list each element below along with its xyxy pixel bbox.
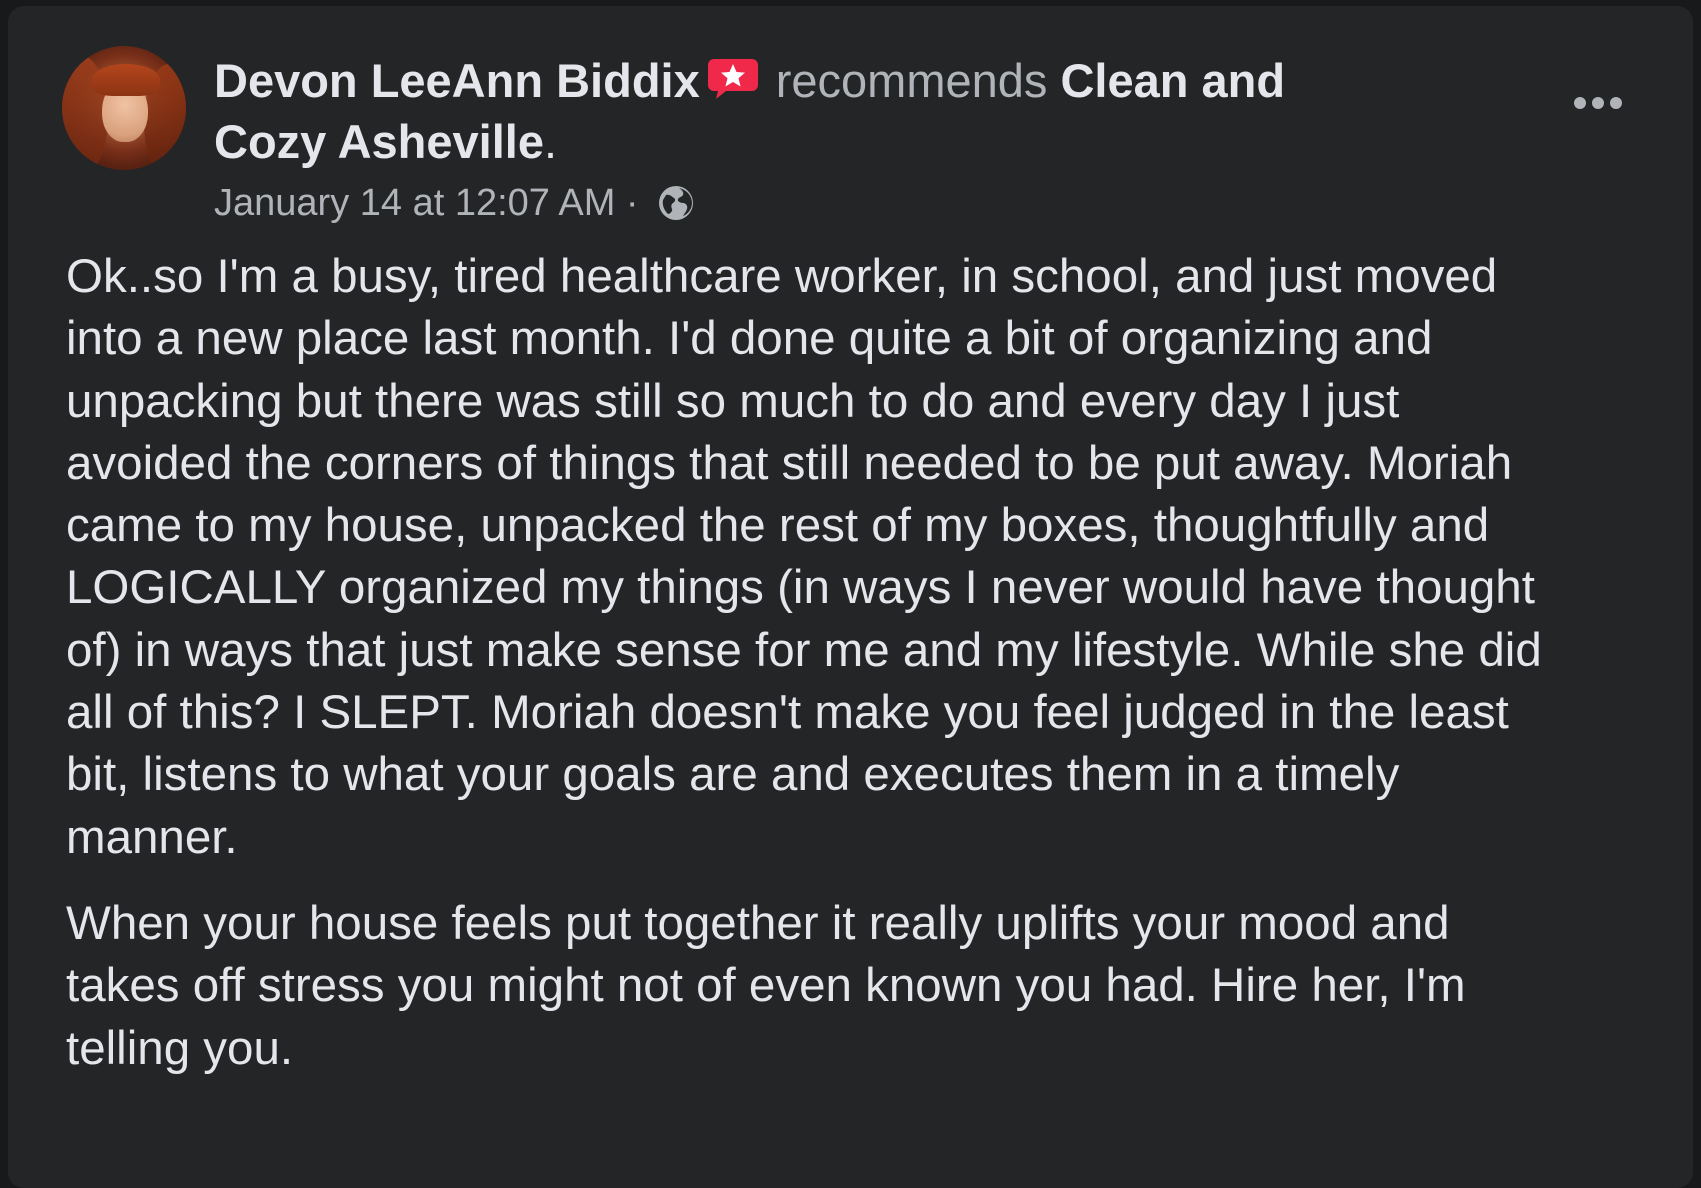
post-body: Ok..so I'm a busy, tired healthcare work… [66, 246, 1686, 1104]
post-meta: January 14 at 12:07 AM · [214, 178, 695, 228]
author-name-link[interactable]: Devon LeeAnn Biddix [214, 54, 700, 107]
recommendation-star-icon [707, 59, 758, 99]
post-timestamp[interactable]: January 14 at 12:07 AM [214, 182, 615, 224]
recommends-label: recommends [775, 54, 1048, 107]
post-card: Devon LeeAnn Biddix recommends Clean and … [8, 6, 1693, 1188]
post-header: Devon LeeAnn Biddix recommends Clean and … [214, 50, 1404, 172]
post-paragraph-2: When your house feels put together it re… [66, 896, 1466, 1075]
header-punctuation: . [544, 115, 558, 168]
post-paragraph-1: Ok..so I'm a busy, tired healthcare work… [66, 250, 1542, 864]
globe-icon[interactable] [657, 184, 695, 222]
meta-separator: · [615, 182, 650, 224]
more-options-icon[interactable] [1558, 78, 1638, 128]
author-avatar[interactable] [62, 46, 186, 170]
